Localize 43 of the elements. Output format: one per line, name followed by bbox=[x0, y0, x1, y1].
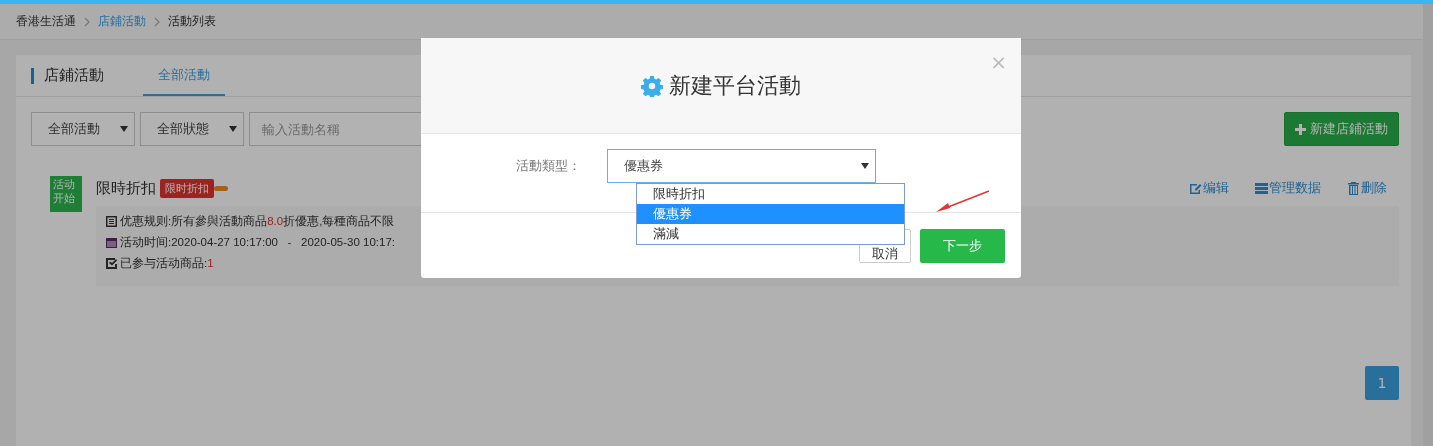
accent-bar bbox=[31, 67, 34, 84]
caret-icon bbox=[229, 126, 237, 132]
dropdown-option[interactable]: 優惠券 bbox=[637, 204, 904, 224]
type-select[interactable]: 全部活動 bbox=[31, 112, 135, 146]
checkbox-icon bbox=[106, 258, 117, 269]
type-dropdown[interactable]: 優惠券 bbox=[607, 149, 876, 183]
delete-link[interactable]: 删除 bbox=[1347, 179, 1387, 197]
caret-icon bbox=[861, 163, 869, 169]
tag-handle-icon bbox=[214, 185, 228, 191]
data-link[interactable]: 管理数据 bbox=[1255, 179, 1321, 197]
time-text: 活动时间:2020-04-27 10:17:00 - 2020-05-30 10:17: bbox=[120, 235, 395, 250]
dropdown-value: 優惠券 bbox=[624, 157, 663, 175]
plus-icon bbox=[1295, 123, 1306, 135]
dialog-title: 新建平台活動 bbox=[669, 71, 801, 100]
field-label: 活動類型： bbox=[515, 157, 582, 175]
data-icon bbox=[1255, 181, 1268, 195]
new-activity-button[interactable]: 新建店鋪活動 bbox=[1284, 112, 1399, 146]
edit-link[interactable]: 编辑 bbox=[1189, 179, 1229, 197]
chevron-icon bbox=[154, 16, 160, 27]
status-badge: 活动开始 bbox=[50, 176, 82, 212]
breadcrumb-item: 活動列表 bbox=[168, 13, 216, 30]
select-value: 全部活動 bbox=[48, 120, 100, 138]
select-value: 全部狀態 bbox=[157, 120, 209, 138]
panel-title: 店鋪活動 bbox=[44, 66, 104, 85]
close-button[interactable]: × bbox=[990, 50, 1007, 74]
caret-icon bbox=[120, 126, 128, 132]
edit-icon bbox=[1189, 181, 1202, 195]
activity-tag: 限时折扣 bbox=[160, 178, 214, 198]
status-select[interactable]: 全部狀態 bbox=[140, 112, 244, 146]
activity-name: 限時折扣 bbox=[96, 178, 156, 198]
calendar-icon bbox=[106, 237, 117, 248]
delete-icon bbox=[1347, 181, 1360, 195]
arrow-annotation bbox=[936, 190, 990, 212]
products-text: 已参与活动商品:1 bbox=[120, 256, 214, 271]
list-icon bbox=[106, 216, 117, 227]
next-button[interactable]: 下一步 bbox=[920, 228, 1005, 263]
breadcrumb-link[interactable]: 店鋪活動 bbox=[98, 13, 146, 30]
breadcrumb-item: 香港生活通 bbox=[16, 13, 76, 30]
page-button[interactable]: 1 bbox=[1365, 366, 1399, 400]
gear-icon bbox=[641, 74, 663, 97]
rule-text: 优惠规则:所有參與活動商品8.0折優惠,每種商品不限 bbox=[120, 214, 395, 229]
chevron-icon bbox=[84, 16, 90, 27]
tab[interactable]: 全部活動 bbox=[143, 55, 225, 96]
